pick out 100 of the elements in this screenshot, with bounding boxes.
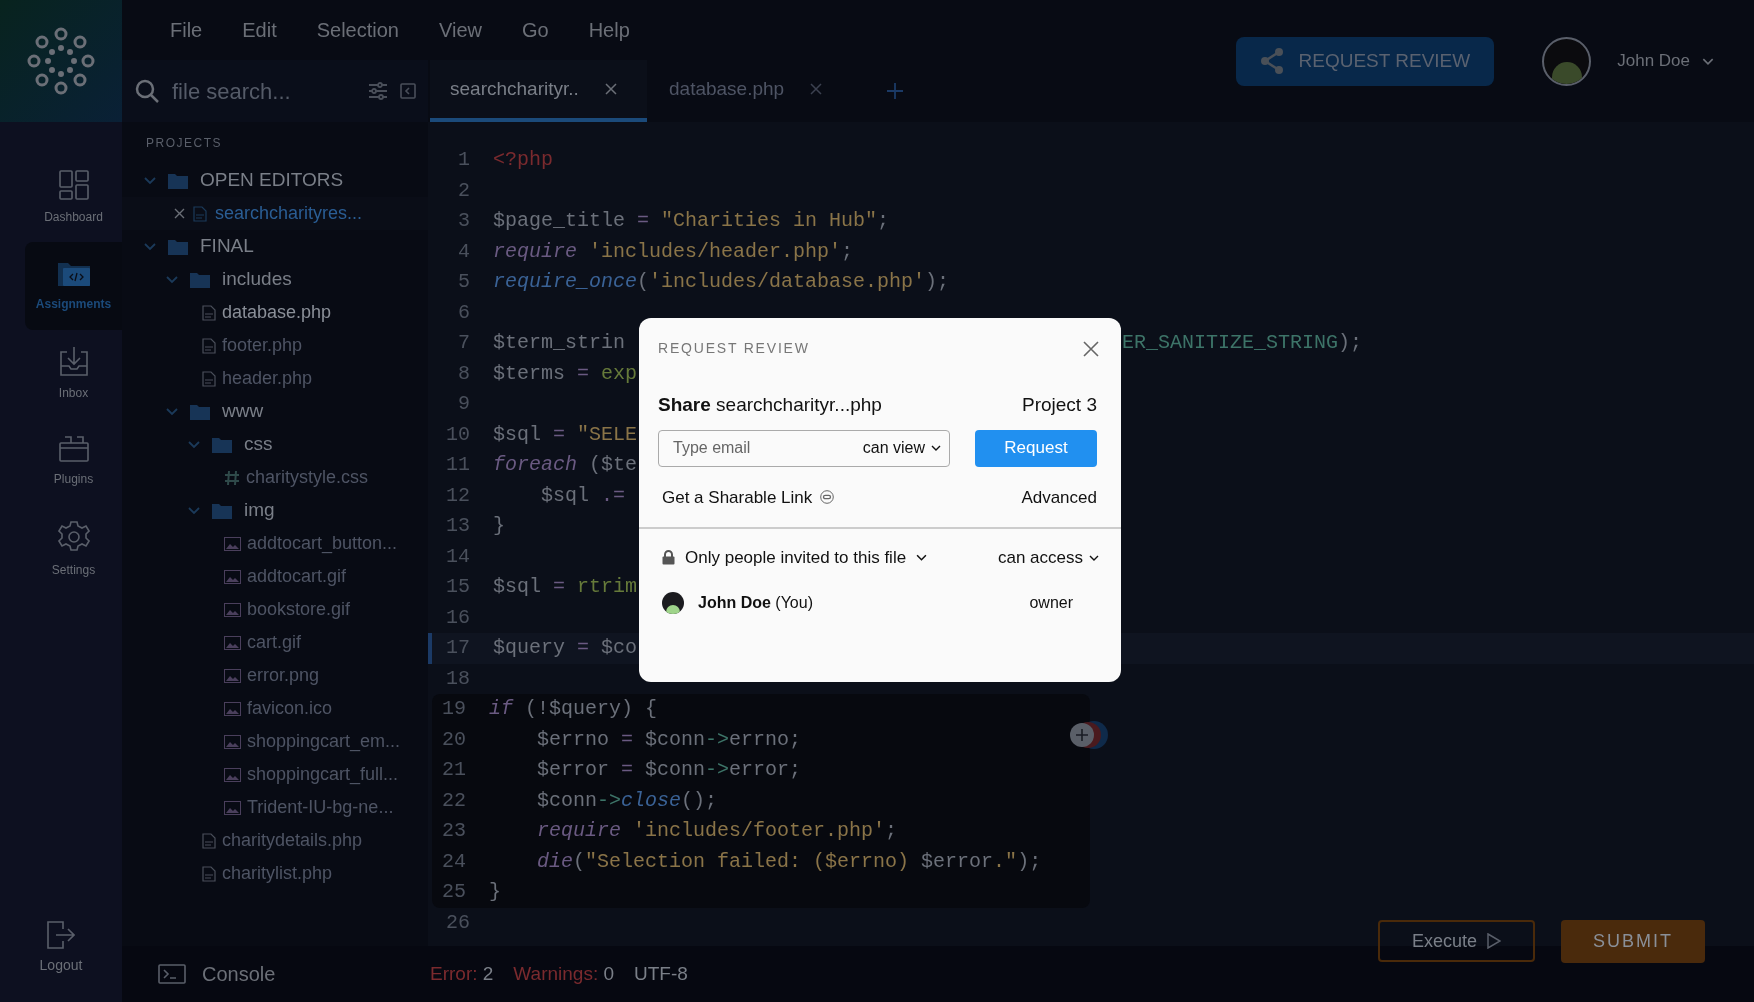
role-label: owner [1029, 592, 1073, 613]
person-name: John Doe (You) [698, 592, 814, 613]
code-line: $query = $co [493, 635, 638, 662]
editor-tab[interactable]: searchcharityr.. [430, 60, 647, 122]
code-line: } [489, 879, 501, 906]
code-line: $conn->close(); [537, 787, 718, 814]
console-button[interactable]: Console [202, 959, 276, 989]
email-field[interactable]: Type email can view [658, 429, 950, 467]
line-number: 19 [441, 696, 466, 723]
nav-item[interactable]: Plugins [25, 418, 122, 506]
chevron-down-icon [144, 176, 156, 185]
tree-entry[interactable]: header.php [122, 362, 428, 395]
image-file-icon [224, 536, 241, 551]
folder-icon [212, 436, 232, 453]
user-menu[interactable]: John Doe [1617, 48, 1714, 74]
tree-entry[interactable]: charitydetails.php [122, 824, 428, 857]
permission-dropdown[interactable]: can view [862, 436, 941, 460]
logout-icon [47, 921, 75, 949]
caret-icon [1089, 554, 1099, 561]
tree-entry[interactable]: Trident-IU-bg-ne... [122, 791, 428, 824]
search-icon [134, 78, 160, 104]
close-icon[interactable] [604, 83, 617, 95]
tree-folder[interactable]: www [122, 395, 428, 428]
tree-entry[interactable]: favicon.ico [122, 692, 428, 725]
advanced-link[interactable]: Advanced [1021, 484, 1097, 510]
folder-icon [168, 238, 188, 255]
tree-entry[interactable]: footer.php [122, 329, 428, 362]
menu-item[interactable]: Help [588, 15, 630, 45]
tree-entry[interactable]: charitystyle.css [122, 461, 428, 494]
close-icon[interactable] [174, 208, 185, 219]
tree-folder[interactable]: OPEN EDITORS [122, 164, 428, 197]
tree-entry[interactable]: cart.gif [122, 626, 428, 659]
request-button[interactable]: Request [975, 429, 1097, 467]
line-number: 25 [441, 879, 466, 906]
hash-icon [224, 469, 240, 486]
nav-item[interactable]: Inbox [25, 330, 122, 418]
settings-icon [57, 521, 90, 553]
plus-icon[interactable] [886, 82, 904, 100]
line-number: 10 [445, 421, 470, 448]
code-line: } [493, 513, 505, 540]
image-file-icon [224, 800, 241, 815]
tree-entry[interactable]: bookstore.gif [122, 593, 428, 626]
folder-icon [168, 172, 188, 189]
image-file-icon [224, 767, 241, 782]
nav-item[interactable]: Dashboard [25, 154, 122, 242]
link-icon [820, 490, 835, 505]
tree-folder[interactable]: img [122, 494, 428, 527]
caret-icon [916, 554, 928, 562]
nav-item[interactable]: Assignments [25, 242, 122, 330]
play-icon [1487, 933, 1501, 949]
editor-tab[interactable]: database.php [647, 60, 858, 122]
menu-item[interactable]: View [439, 15, 482, 45]
tree-entry[interactable]: charitylist.php [122, 857, 428, 890]
request-review-button[interactable]: REQUEST REVIEW [1236, 36, 1495, 86]
error-count: Error: 2 [430, 961, 494, 986]
folder-icon [190, 403, 210, 420]
tree-entry[interactable]: addtocart.gif [122, 560, 428, 593]
line-number: 5 [457, 269, 470, 296]
image-file-icon [224, 635, 241, 650]
project-label: Project 3 [1022, 393, 1097, 417]
nav-item[interactable]: Settings [25, 506, 122, 594]
logout-button[interactable]: Logout [39, 921, 83, 976]
image-file-icon [224, 602, 241, 617]
menu-item[interactable]: Go [522, 15, 549, 45]
tree-folder[interactable]: css [122, 428, 428, 461]
submit-button[interactable]: SUBMIT [1561, 920, 1705, 963]
code-line: require_once('includes/database.php'); [493, 269, 950, 296]
menu-item[interactable]: File [170, 15, 203, 45]
line-number: 18 [445, 665, 470, 692]
sharable-link-button[interactable]: Get a Sharable Link [662, 484, 835, 510]
code-line: ER_SANITIZE_STRING); [1122, 330, 1363, 357]
access-level-dropdown[interactable]: can access [997, 545, 1099, 571]
menu-item[interactable]: Edit [242, 15, 277, 45]
tree-entry[interactable]: database.php [122, 296, 428, 329]
execute-button[interactable]: Execute [1378, 920, 1535, 962]
line-number: 3 [457, 208, 470, 235]
section-heading: PROJECTS [145, 135, 223, 152]
line-number: 8 [457, 360, 470, 387]
code-line: $sql = "SELE [493, 421, 638, 448]
chevron-down-icon [144, 242, 156, 251]
tree-folder[interactable]: FINAL [122, 230, 428, 263]
tree-entry[interactable]: addtocart_button... [122, 527, 428, 560]
close-icon[interactable] [1083, 340, 1099, 357]
line-number: 1 [457, 147, 470, 174]
code-line: foreach ($te [493, 452, 638, 479]
tree-entry[interactable]: shoppingcart_full... [122, 758, 428, 791]
access-dropdown[interactable]: Only people invited to this file [685, 545, 928, 571]
encoding-label: UTF-8 [634, 961, 688, 986]
code-line: die("Selection failed: ($errno) $error."); [537, 848, 1042, 875]
filter-icon[interactable] [368, 82, 388, 100]
tree-folder[interactable]: includes [122, 263, 428, 296]
code-line: require 'includes/header.php'; [493, 238, 854, 265]
plugin-box-icon [58, 436, 89, 462]
search-field[interactable]: file search... [122, 60, 428, 122]
collapse-panel-icon[interactable] [400, 83, 416, 99]
tree-entry[interactable]: error.png [122, 659, 428, 692]
search-input[interactable]: file search... [172, 74, 356, 108]
menu-item[interactable]: Selection [316, 15, 399, 45]
tree-entry[interactable]: shoppingcart_em... [122, 725, 428, 758]
code-line: $term_strin [493, 330, 627, 357]
